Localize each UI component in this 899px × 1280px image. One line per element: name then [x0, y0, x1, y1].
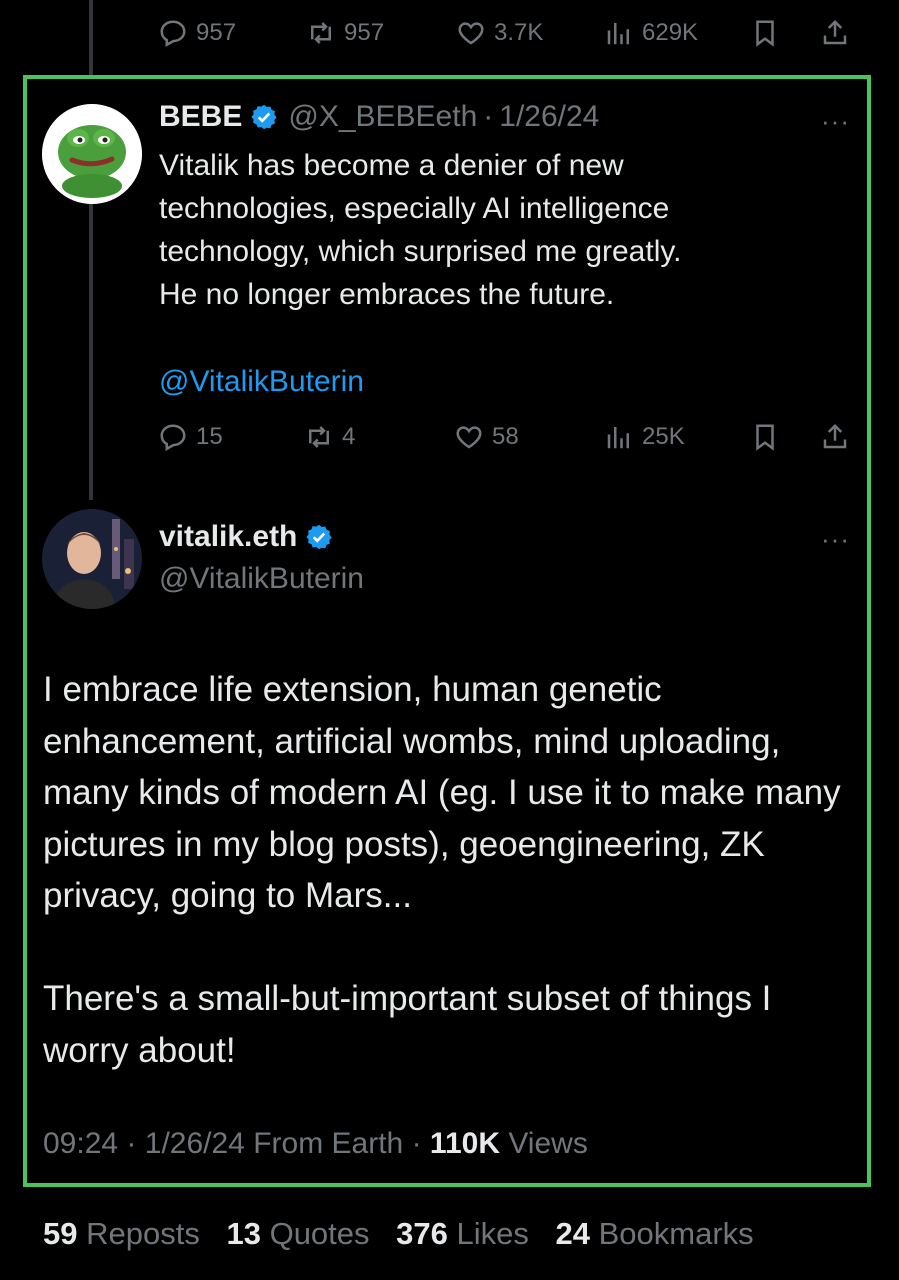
bebe-action-bar: 15 4 58 25K — [158, 412, 858, 462]
repost-count: 957 — [344, 19, 385, 46]
views-button[interactable]: 629K — [604, 8, 698, 58]
reply-count: 957 — [196, 19, 237, 46]
vitalik-handle-row: @VitalikButerin — [159, 562, 364, 596]
bebe-tweet-text: Vitalik has become a denier of new techn… — [159, 149, 682, 311]
reply-icon — [160, 20, 186, 48]
like-button[interactable]: 3.7K — [456, 8, 543, 58]
reply-count: 15 — [196, 423, 223, 450]
like-count: 58 — [492, 423, 519, 450]
views-button[interactable]: 25K — [604, 412, 685, 462]
mention-link[interactable]: @VitalikButerin — [159, 360, 364, 403]
bebe-handle[interactable]: @X_BEBEeth — [288, 100, 477, 134]
vitalik-name-row: vitalik.eth — [159, 520, 333, 554]
verified-badge-icon — [251, 104, 277, 130]
thread-line-top — [89, 0, 93, 78]
views-count: 629K — [642, 19, 699, 46]
bookmark-icon — [756, 20, 774, 47]
meta-separator: · — [411, 1127, 422, 1160]
heart-icon — [456, 426, 482, 449]
bookmark-button[interactable] — [750, 8, 780, 58]
profile-photo-image — [42, 509, 142, 609]
quotes-count: 13 — [226, 1216, 261, 1251]
frog-avatar-image — [42, 104, 142, 204]
main-tweet-paragraph-1: I embrace life extension, human genetic … — [43, 670, 841, 915]
bebe-name-row: BEBE @X_BEBEeth · 1/26/24 — [159, 100, 599, 134]
bookmark-button[interactable] — [750, 412, 780, 462]
vitalik-display-name[interactable]: vitalik.eth — [159, 520, 297, 554]
reposts-stat[interactable]: 59 Reposts — [43, 1216, 200, 1251]
share-button[interactable] — [820, 412, 850, 462]
share-icon — [823, 19, 847, 45]
reply-icon — [160, 424, 186, 452]
views-total: 110K — [429, 1127, 500, 1160]
main-tweet-paragraph-2: There's a small-but-important subset of … — [43, 979, 772, 1070]
tweet-meta: 09:24 · 1/26/24 From Earth · 110K Views — [43, 1127, 588, 1161]
repost-count: 4 — [342, 423, 356, 450]
repost-button[interactable]: 957 — [306, 8, 384, 58]
views-chart-icon — [607, 427, 629, 449]
bookmarks-label: Bookmarks — [598, 1216, 754, 1251]
vitalik-handle[interactable]: @VitalikButerin — [159, 562, 364, 596]
tweet-thread-page: 957 957 3.7K 629K BEBE @X_BEBEeth · 1/26… — [0, 0, 899, 1280]
vitalik-avatar[interactable] — [42, 509, 142, 609]
quotes-stat[interactable]: 13 Quotes — [226, 1216, 369, 1251]
likes-count: 376 — [396, 1216, 448, 1251]
reposts-count: 59 — [43, 1216, 78, 1251]
repost-icon — [309, 426, 329, 448]
views-count: 25K — [642, 423, 685, 450]
heart-icon — [458, 22, 484, 45]
share-icon — [823, 423, 847, 449]
like-count: 3.7K — [494, 19, 544, 46]
quotes-label: Quotes — [269, 1216, 370, 1251]
reply-button[interactable]: 15 — [158, 412, 223, 462]
separator-dot: · — [483, 100, 494, 133]
likes-label: Likes — [456, 1216, 529, 1251]
views-chart-icon — [607, 23, 629, 45]
bebe-date[interactable]: 1/26/24 — [499, 100, 599, 134]
meta-separator: · — [126, 1127, 137, 1160]
repost-icon — [311, 22, 331, 44]
bookmark-icon — [756, 424, 774, 451]
more-options-icon[interactable]: ··· — [821, 106, 850, 137]
verified-badge-icon — [306, 524, 332, 550]
more-options-icon[interactable]: ··· — [821, 524, 850, 555]
tweet-source: From Earth — [253, 1127, 404, 1160]
like-button[interactable]: 58 — [454, 412, 519, 462]
main-tweet-text: I embrace life extension, human genetic … — [43, 664, 863, 1076]
top-action-bar: 957 957 3.7K 629K — [158, 8, 858, 58]
reposts-label: Reposts — [86, 1216, 200, 1251]
bookmarks-count: 24 — [555, 1216, 590, 1251]
engagement-stats: 59 Reposts 13 Quotes 376 Likes 24 Bookma… — [43, 1216, 754, 1252]
likes-stat[interactable]: 376 Likes — [396, 1216, 529, 1251]
tweet-date[interactable]: 1/26/24 — [145, 1127, 245, 1160]
bebe-display-name[interactable]: BEBE — [159, 100, 242, 134]
reply-button[interactable]: 957 — [158, 8, 236, 58]
bookmarks-stat[interactable]: 24 Bookmarks — [556, 1216, 754, 1251]
tweet-time[interactable]: 09:24 — [43, 1127, 118, 1160]
share-button[interactable] — [820, 8, 850, 58]
bebe-avatar[interactable] — [42, 104, 142, 204]
views-label: Views — [508, 1127, 588, 1160]
repost-button[interactable]: 4 — [304, 412, 355, 462]
